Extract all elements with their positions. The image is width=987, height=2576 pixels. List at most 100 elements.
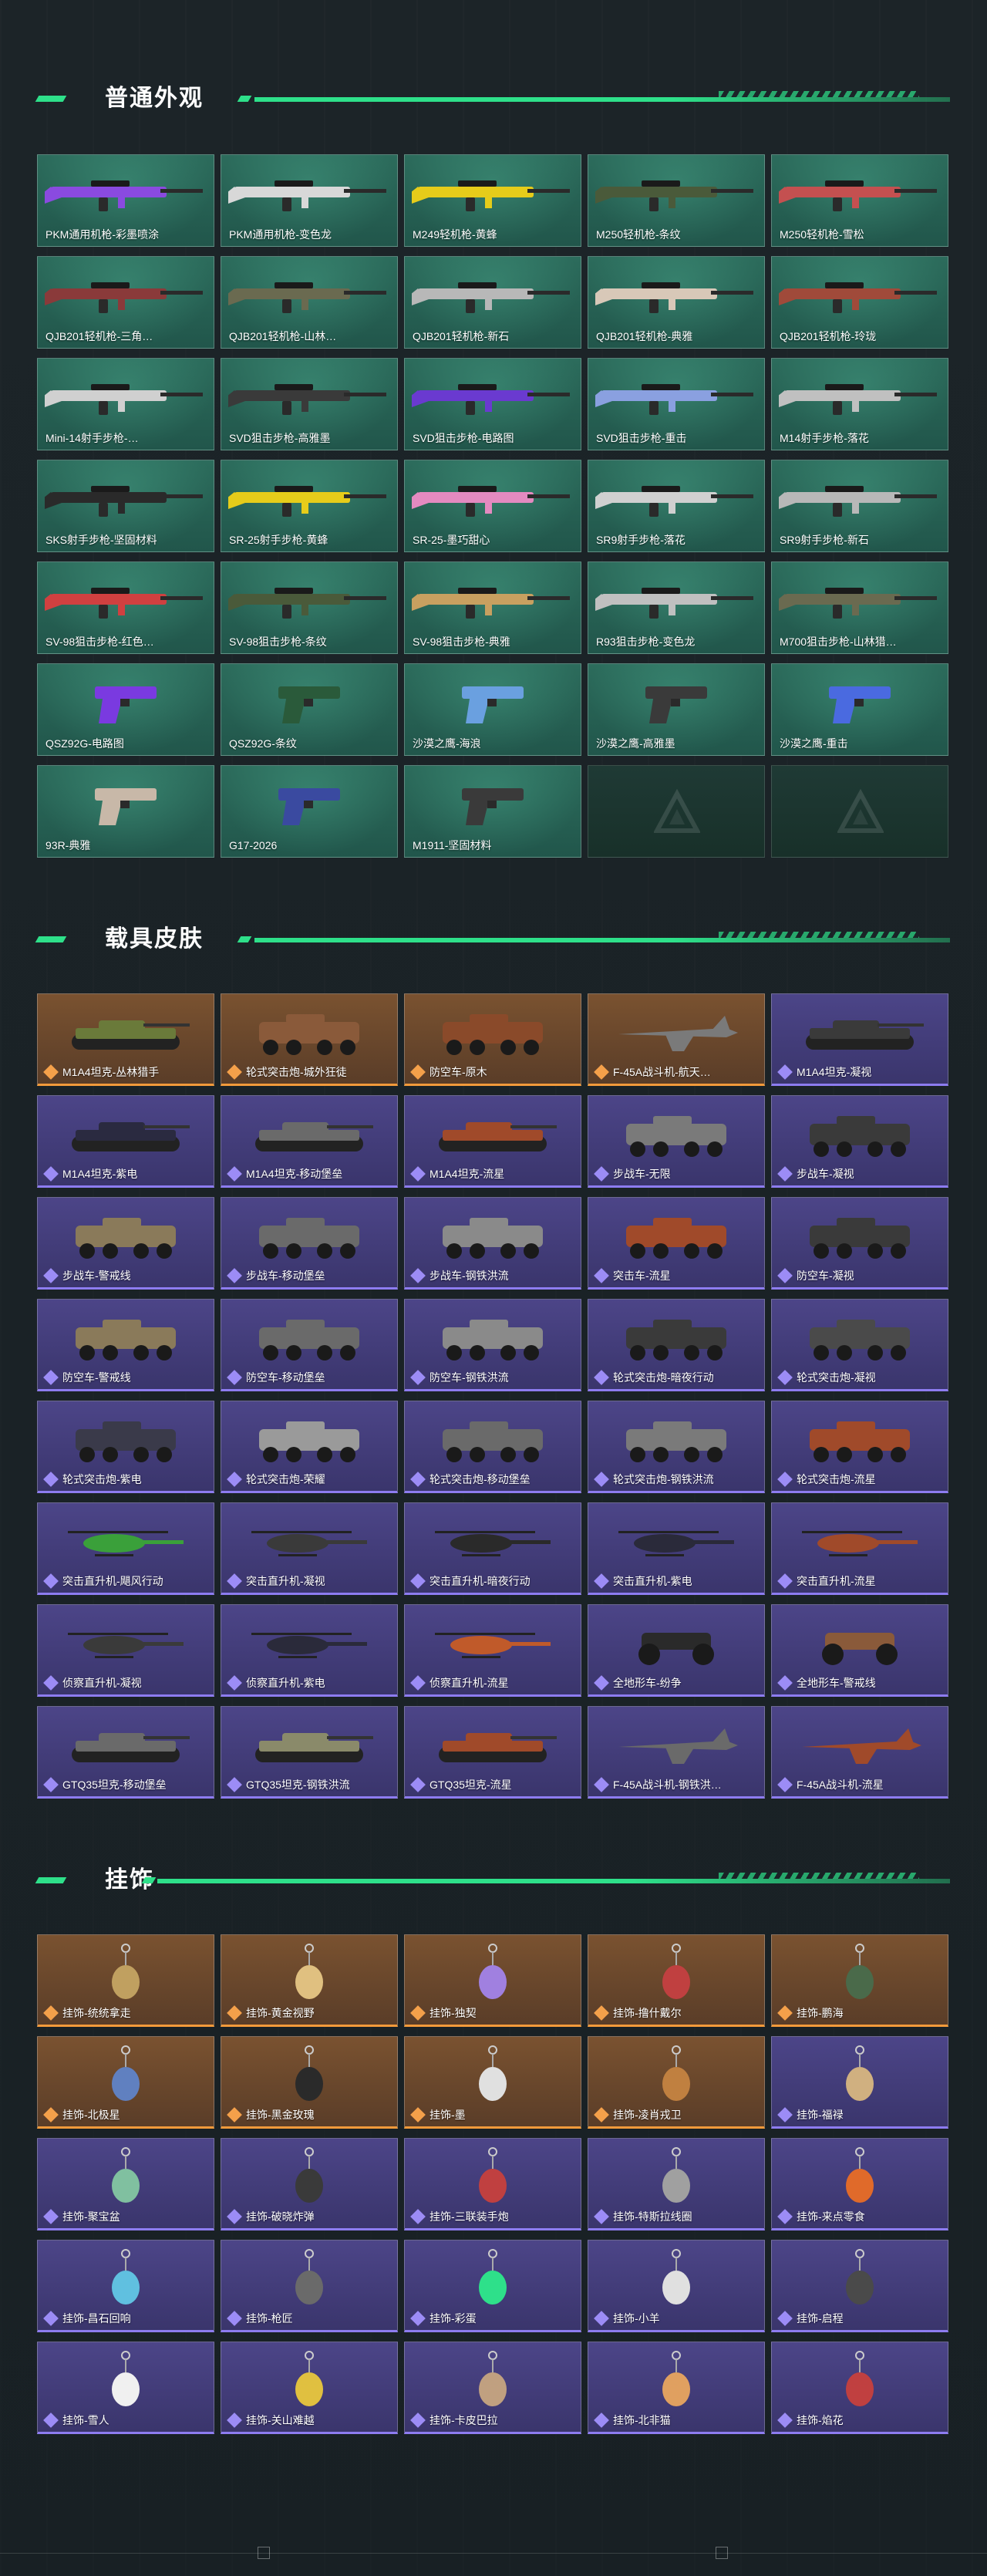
vehicle-skin-card[interactable]: 步战车-无限: [588, 1095, 765, 1188]
weapon-skin-card[interactable]: 沙漠之鹰-高雅墨: [588, 663, 765, 756]
charm-card[interactable]: 挂饰-特斯拉线圈: [588, 2138, 765, 2230]
charm-card[interactable]: 挂饰-统统拿走: [37, 1934, 214, 2027]
charm-card[interactable]: 挂饰-鹏海: [771, 1934, 948, 2027]
vehicle-skin-card[interactable]: 突击直升机-紫电: [588, 1502, 765, 1595]
charm-card[interactable]: 挂饰-焰花: [771, 2342, 948, 2434]
weapon-skin-card[interactable]: QJB201轻机枪-典雅: [588, 256, 765, 349]
weapon-skin-card[interactable]: M14射手步枪-落花: [771, 358, 948, 450]
vehicle-skin-card[interactable]: GTQ35坦克-移动堡垒: [37, 1706, 214, 1799]
weapon-skin-card[interactable]: SVD狙击步枪-高雅墨: [221, 358, 398, 450]
charm-card[interactable]: 挂饰-来点零食: [771, 2138, 948, 2230]
weapon-thumbnail: [595, 588, 753, 619]
vehicle-skin-card[interactable]: 防空车-凝视: [771, 1197, 948, 1290]
vehicle-skin-card[interactable]: 步战车-钢铁洪流: [404, 1197, 581, 1290]
vehicle-skin-card[interactable]: M1A4坦克-流星: [404, 1095, 581, 1188]
weapon-skin-card[interactable]: SV-98狙击步枪-红色…: [37, 561, 214, 654]
vehicle-skin-card[interactable]: M1A4坦克-凝视: [771, 993, 948, 1086]
vehicle-skin-card[interactable]: 侦察直升机-紫电: [221, 1604, 398, 1697]
card-label: GTQ35坦克-钢铁洪流: [246, 1779, 350, 1791]
weapon-skin-card[interactable]: SV-98狙击步枪-条纹: [221, 561, 398, 654]
vehicle-skin-card[interactable]: GTQ35坦克-流星: [404, 1706, 581, 1799]
vehicle-skin-card[interactable]: 轮式突击炮-凝视: [771, 1299, 948, 1391]
weapon-skin-card[interactable]: 沙漠之鹰-海浪: [404, 663, 581, 756]
weapon-skin-card[interactable]: SR9射手步枪-落花: [588, 460, 765, 552]
weapon-skin-card[interactable]: SKS射手步枪-坚固材料: [37, 460, 214, 552]
weapon-skin-card[interactable]: QJB201轻机枪-山林…: [221, 256, 398, 349]
vehicle-skin-card[interactable]: 轮式突击炮-紫电: [37, 1401, 214, 1493]
vehicle-skin-card[interactable]: 防空车-警戒线: [37, 1299, 214, 1391]
vehicle-skin-card[interactable]: F-45A战斗机-航天…: [588, 993, 765, 1086]
weapon-skin-card[interactable]: M249轻机枪-黄蜂: [404, 154, 581, 247]
charm-card[interactable]: 挂饰-雪人: [37, 2342, 214, 2434]
vehicle-skin-card[interactable]: F-45A战斗机-流星: [771, 1706, 948, 1799]
weapon-skin-card[interactable]: M250轻机枪-条纹: [588, 154, 765, 247]
charm-card[interactable]: 挂饰-撸什戴尔: [588, 1934, 765, 2027]
weapon-skin-card[interactable]: QJB201轻机枪-三角…: [37, 256, 214, 349]
weapon-skin-card[interactable]: QJB201轻机枪-玲珑: [771, 256, 948, 349]
weapon-skin-card[interactable]: QSZ92G-条纹: [221, 663, 398, 756]
vehicle-skin-card[interactable]: GTQ35坦克-钢铁洪流: [221, 1706, 398, 1799]
vehicle-skin-card[interactable]: 步战车-移动堡垒: [221, 1197, 398, 1290]
weapon-skin-card[interactable]: Mini-14射手步枪-…: [37, 358, 214, 450]
weapon-skin-card[interactable]: PKM通用机枪-变色龙: [221, 154, 398, 247]
vehicle-skin-card[interactable]: 轮式突击炮-荣耀: [221, 1401, 398, 1493]
vehicle-skin-card[interactable]: 侦察直升机-凝视: [37, 1604, 214, 1697]
weapon-skin-card[interactable]: QSZ92G-电路图: [37, 663, 214, 756]
weapon-skin-card[interactable]: SR-25-墨巧甜心: [404, 460, 581, 552]
charm-card[interactable]: 挂饰-关山难越: [221, 2342, 398, 2434]
vehicle-skin-card[interactable]: 突击直升机-暗夜行动: [404, 1502, 581, 1595]
weapon-skin-card[interactable]: R93狙击步枪-变色龙: [588, 561, 765, 654]
weapon-skin-card[interactable]: SVD狙击步枪-电路图: [404, 358, 581, 450]
charm-card[interactable]: 挂饰-枪匠: [221, 2240, 398, 2332]
charm-card[interactable]: 挂饰-独契: [404, 1934, 581, 2027]
charm-card[interactable]: 挂饰-聚宝盆: [37, 2138, 214, 2230]
charm-card[interactable]: 挂饰-黑金玫瑰: [221, 2036, 398, 2129]
weapon-skin-card[interactable]: QJB201轻机枪-新石: [404, 256, 581, 349]
vehicle-skin-card[interactable]: 突击直升机-飓风行动: [37, 1502, 214, 1595]
vehicle-skin-card[interactable]: 防空车-钢铁洪流: [404, 1299, 581, 1391]
weapon-skin-card[interactable]: G17-2026: [221, 765, 398, 858]
vehicle-skin-card[interactable]: F-45A战斗机-钢铁洪…: [588, 1706, 765, 1799]
vehicle-skin-card[interactable]: 突击直升机-流星: [771, 1502, 948, 1595]
weapon-skin-card[interactable]: SR-25射手步枪-黄蜂: [221, 460, 398, 552]
vehicle-skin-card[interactable]: 侦察直升机-流星: [404, 1604, 581, 1697]
vehicle-skin-card[interactable]: 轮式突击炮-移动堡垒: [404, 1401, 581, 1493]
vehicle-skin-card[interactable]: M1A4坦克-紫电: [37, 1095, 214, 1188]
charm-card[interactable]: 挂饰-小羊: [588, 2240, 765, 2332]
vehicle-skin-card[interactable]: 步战车-警戒线: [37, 1197, 214, 1290]
weapon-skin-card[interactable]: M1911-坚固材料: [404, 765, 581, 858]
vehicle-skin-card[interactable]: 轮式突击炮-钢铁洪流: [588, 1401, 765, 1493]
weapon-skin-card[interactable]: M700狙击步枪-山林猎…: [771, 561, 948, 654]
charm-card[interactable]: 挂饰-凌肖戎卫: [588, 2036, 765, 2129]
vehicle-skin-card[interactable]: M1A4坦克-丛林猎手: [37, 993, 214, 1086]
weapon-skin-card[interactable]: 93R-典雅: [37, 765, 214, 858]
vehicle-skin-card[interactable]: 防空车-移动堡垒: [221, 1299, 398, 1391]
charm-card[interactable]: 挂饰-启程: [771, 2240, 948, 2332]
charm-card[interactable]: 挂饰-福禄: [771, 2036, 948, 2129]
charm-card[interactable]: 挂饰-北非猫: [588, 2342, 765, 2434]
charm-card[interactable]: 挂饰-墨: [404, 2036, 581, 2129]
weapon-skin-card[interactable]: SR9射手步枪-新石: [771, 460, 948, 552]
charm-card[interactable]: 挂饰-卡皮巴拉: [404, 2342, 581, 2434]
vehicle-skin-card[interactable]: 防空车-原木: [404, 993, 581, 1086]
vehicle-skin-card[interactable]: 突击直升机-凝视: [221, 1502, 398, 1595]
vehicle-skin-card[interactable]: M1A4坦克-移动堡垒: [221, 1095, 398, 1188]
vehicle-skin-card[interactable]: 轮式突击炮-城外狂徒: [221, 993, 398, 1086]
vehicle-skin-card[interactable]: 轮式突击炮-流星: [771, 1401, 948, 1493]
vehicle-skin-card[interactable]: 步战车-凝视: [771, 1095, 948, 1188]
charm-card[interactable]: 挂饰-北极星: [37, 2036, 214, 2129]
vehicle-skin-card[interactable]: 全地形车-纷争: [588, 1604, 765, 1697]
charm-card[interactable]: 挂饰-彩蛋: [404, 2240, 581, 2332]
weapon-skin-card[interactable]: SV-98狙击步枪-典雅: [404, 561, 581, 654]
weapon-skin-card[interactable]: M250轻机枪-雪松: [771, 154, 948, 247]
vehicle-skin-card[interactable]: 突击车-流星: [588, 1197, 765, 1290]
weapon-skin-card[interactable]: PKM通用机枪-彩墨喷涂: [37, 154, 214, 247]
vehicle-skin-card[interactable]: 全地形车-警戒线: [771, 1604, 948, 1697]
charm-card[interactable]: 挂饰-破晓炸弹: [221, 2138, 398, 2230]
weapon-skin-card[interactable]: 沙漠之鹰-重击: [771, 663, 948, 756]
charm-card[interactable]: 挂饰-昌石回响: [37, 2240, 214, 2332]
charm-card[interactable]: 挂饰-黄金视野: [221, 1934, 398, 2027]
charm-card[interactable]: 挂饰-三联装手炮: [404, 2138, 581, 2230]
weapon-skin-card[interactable]: SVD狙击步枪-重击: [588, 358, 765, 450]
vehicle-skin-card[interactable]: 轮式突击炮-暗夜行动: [588, 1299, 765, 1391]
